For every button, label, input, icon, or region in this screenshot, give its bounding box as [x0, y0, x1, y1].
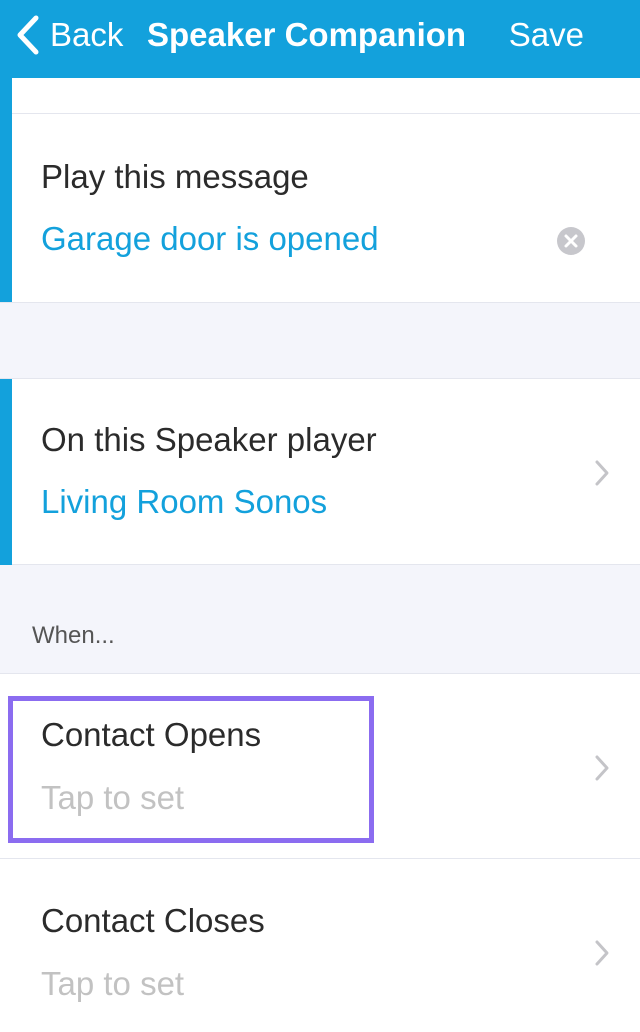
message-input[interactable]: Garage door is opened [41, 220, 379, 258]
page-title: Speaker Companion [147, 16, 467, 53]
row-accent-bar [0, 78, 12, 114]
contact-opens-label: Contact Opens [41, 716, 262, 753]
row-accent-bar [0, 379, 12, 565]
navigation-bar: Back Speaker Companion Save [0, 0, 640, 78]
chevron-left-icon [17, 15, 39, 55]
speaker-value: Living Room Sonos [41, 483, 328, 520]
chevron-right-icon [595, 940, 609, 966]
chevron-right-icon [595, 755, 609, 781]
contact-closes-row[interactable]: Contact Closes Tap to set [0, 859, 640, 1032]
save-button[interactable]: Save [509, 12, 584, 58]
contact-closes-label: Contact Closes [41, 902, 265, 939]
when-section-header: When... [32, 622, 115, 649]
contact-opens-value: Tap to set [41, 779, 185, 816]
contact-closes-value: Tap to set [41, 965, 185, 1002]
previous-row-strip [0, 78, 640, 114]
message-row[interactable]: Play this message Garage door is opened [0, 114, 640, 303]
speaker-row-label: On this Speaker player [41, 421, 377, 458]
back-label: Back [50, 16, 124, 53]
speaker-row[interactable]: On this Speaker player Living Room Sonos [0, 378, 640, 565]
row-accent-bar [0, 114, 12, 302]
clear-icon[interactable] [557, 227, 585, 255]
contact-opens-row[interactable]: Contact Opens Tap to set [0, 673, 640, 859]
chevron-right-icon [595, 460, 609, 486]
message-row-label: Play this message [41, 158, 309, 195]
back-button[interactable]: Back [14, 12, 123, 58]
